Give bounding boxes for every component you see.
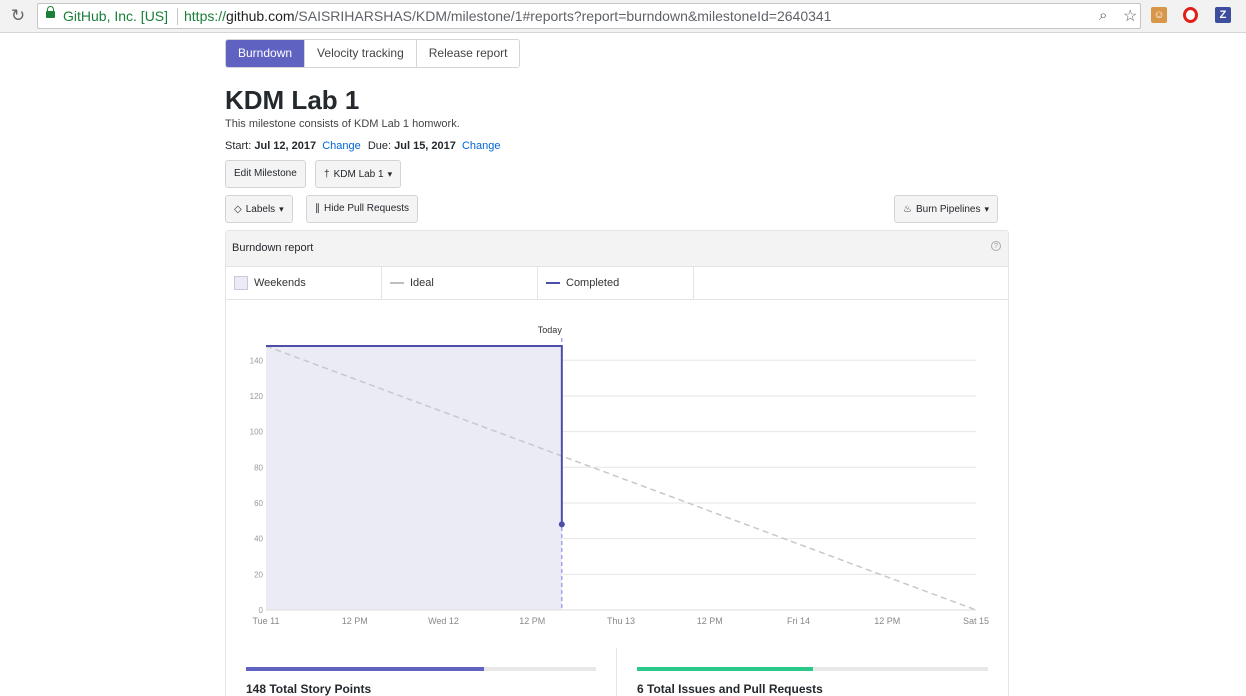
milestone-description: This milestone consists of KDM Lab 1 hom… [225, 118, 460, 130]
legend-completed-label: Completed [566, 277, 620, 289]
issues-progress-fill [637, 667, 813, 671]
site-identity[interactable]: GitHub, Inc. [US] [63, 8, 168, 24]
chevron-down-icon: ▾ [387, 169, 393, 179]
signpost-icon: † [324, 169, 330, 180]
story-points-progress [246, 667, 596, 671]
legend-ideal[interactable]: Ideal [382, 267, 538, 299]
tab-velocity-tracking[interactable]: Velocity tracking [305, 40, 417, 67]
pull-request-icon: ∥ [315, 203, 320, 214]
chevron-down-icon: ▾ [279, 204, 284, 214]
opera-extension-icon[interactable] [1183, 7, 1198, 23]
url-host: github.com [226, 8, 295, 24]
url-path: /SAISRIHARSHAS/KDM/milestone/1#reports?r… [294, 8, 832, 24]
report-header: Burndown report ? [226, 231, 1008, 267]
stats-divider [616, 648, 617, 696]
start-date: Jul 12, 2017 [254, 140, 317, 152]
change-start-link[interactable]: Change [322, 140, 361, 152]
legend-completed[interactable]: Completed [538, 267, 694, 299]
legend-ideal-label: Ideal [410, 277, 434, 289]
total-story-points: 148 Total Story Points [246, 682, 372, 696]
change-due-link[interactable]: Change [462, 140, 501, 152]
bookmark-star-icon[interactable]: ☆ [1123, 6, 1137, 26]
tab-burndown[interactable]: Burndown [226, 40, 306, 67]
weekends-swatch [234, 276, 248, 290]
url-text[interactable]: https://github.com/SAISRIHARSHAS/KDM/mil… [184, 8, 831, 24]
chart-legend: Weekends Ideal Completed [226, 267, 1008, 300]
milestone-dates: Start: Jul 12, 2017 Change Due: Jul 15, … [225, 140, 505, 152]
labels-filter-label: Labels [245, 204, 276, 215]
labels-filter-button[interactable]: ◇ Labels ▾ [225, 195, 293, 223]
start-label: Start: [225, 140, 252, 152]
story-points-progress-fill [246, 667, 484, 671]
completed-line-swatch [546, 282, 560, 284]
url-scheme: https:// [184, 8, 227, 24]
milestone-title: KDM Lab 1 [225, 85, 360, 115]
edit-milestone-label: Edit Milestone [234, 168, 297, 179]
tab-release-report[interactable]: Release report [416, 40, 520, 67]
hide-pull-requests-label: Hide Pull Requests [324, 203, 410, 214]
flame-icon: ♨ [903, 204, 912, 215]
total-issues-prs: 6 Total Issues and Pull Requests [637, 682, 823, 696]
burn-pipelines-label: Burn Pipelines [915, 204, 981, 215]
chevron-down-icon: ▾ [984, 204, 989, 214]
report-title: Burndown report [232, 242, 314, 254]
help-icon[interactable]: ? [991, 241, 1001, 251]
address-bar[interactable]: GitHub, Inc. [US] https://github.com/SAI… [37, 3, 1141, 29]
browser-toolbar: ↻ GitHub, Inc. [US] https://github.com/S… [0, 0, 1246, 33]
issues-progress [637, 667, 988, 671]
reload-icon[interactable]: ↻ [8, 6, 28, 26]
legend-weekends-label: Weekends [254, 277, 306, 289]
legend-weekends[interactable]: Weekends [226, 267, 382, 299]
tag-icon: ◇ [234, 204, 242, 215]
due-label: Due: [367, 140, 392, 152]
milestone-select-button[interactable]: † KDM Lab 1 ▾ [315, 160, 402, 188]
extension-z-icon[interactable]: Z [1215, 7, 1231, 23]
report-tabs: Burndown Velocity tracking Release repor… [225, 39, 521, 68]
ideal-line-swatch [390, 282, 404, 284]
address-separator [177, 8, 178, 25]
extension-face-icon[interactable]: ☺ [1151, 7, 1167, 23]
hide-pull-requests-button[interactable]: ∥ Hide Pull Requests [306, 195, 419, 223]
milestone-select-label: KDM Lab 1 [333, 169, 384, 180]
burndown-report-panel: Burndown report ? Weekends Ideal Complet… [225, 230, 1009, 696]
lock-icon [46, 6, 55, 18]
zoom-icon[interactable]: ⌕ [1099, 7, 1107, 24]
edit-milestone-button[interactable]: Edit Milestone [225, 160, 306, 188]
burn-pipelines-button[interactable]: ♨ Burn Pipelines ▾ [894, 195, 998, 223]
due-date: Jul 15, 2017 [394, 140, 456, 152]
